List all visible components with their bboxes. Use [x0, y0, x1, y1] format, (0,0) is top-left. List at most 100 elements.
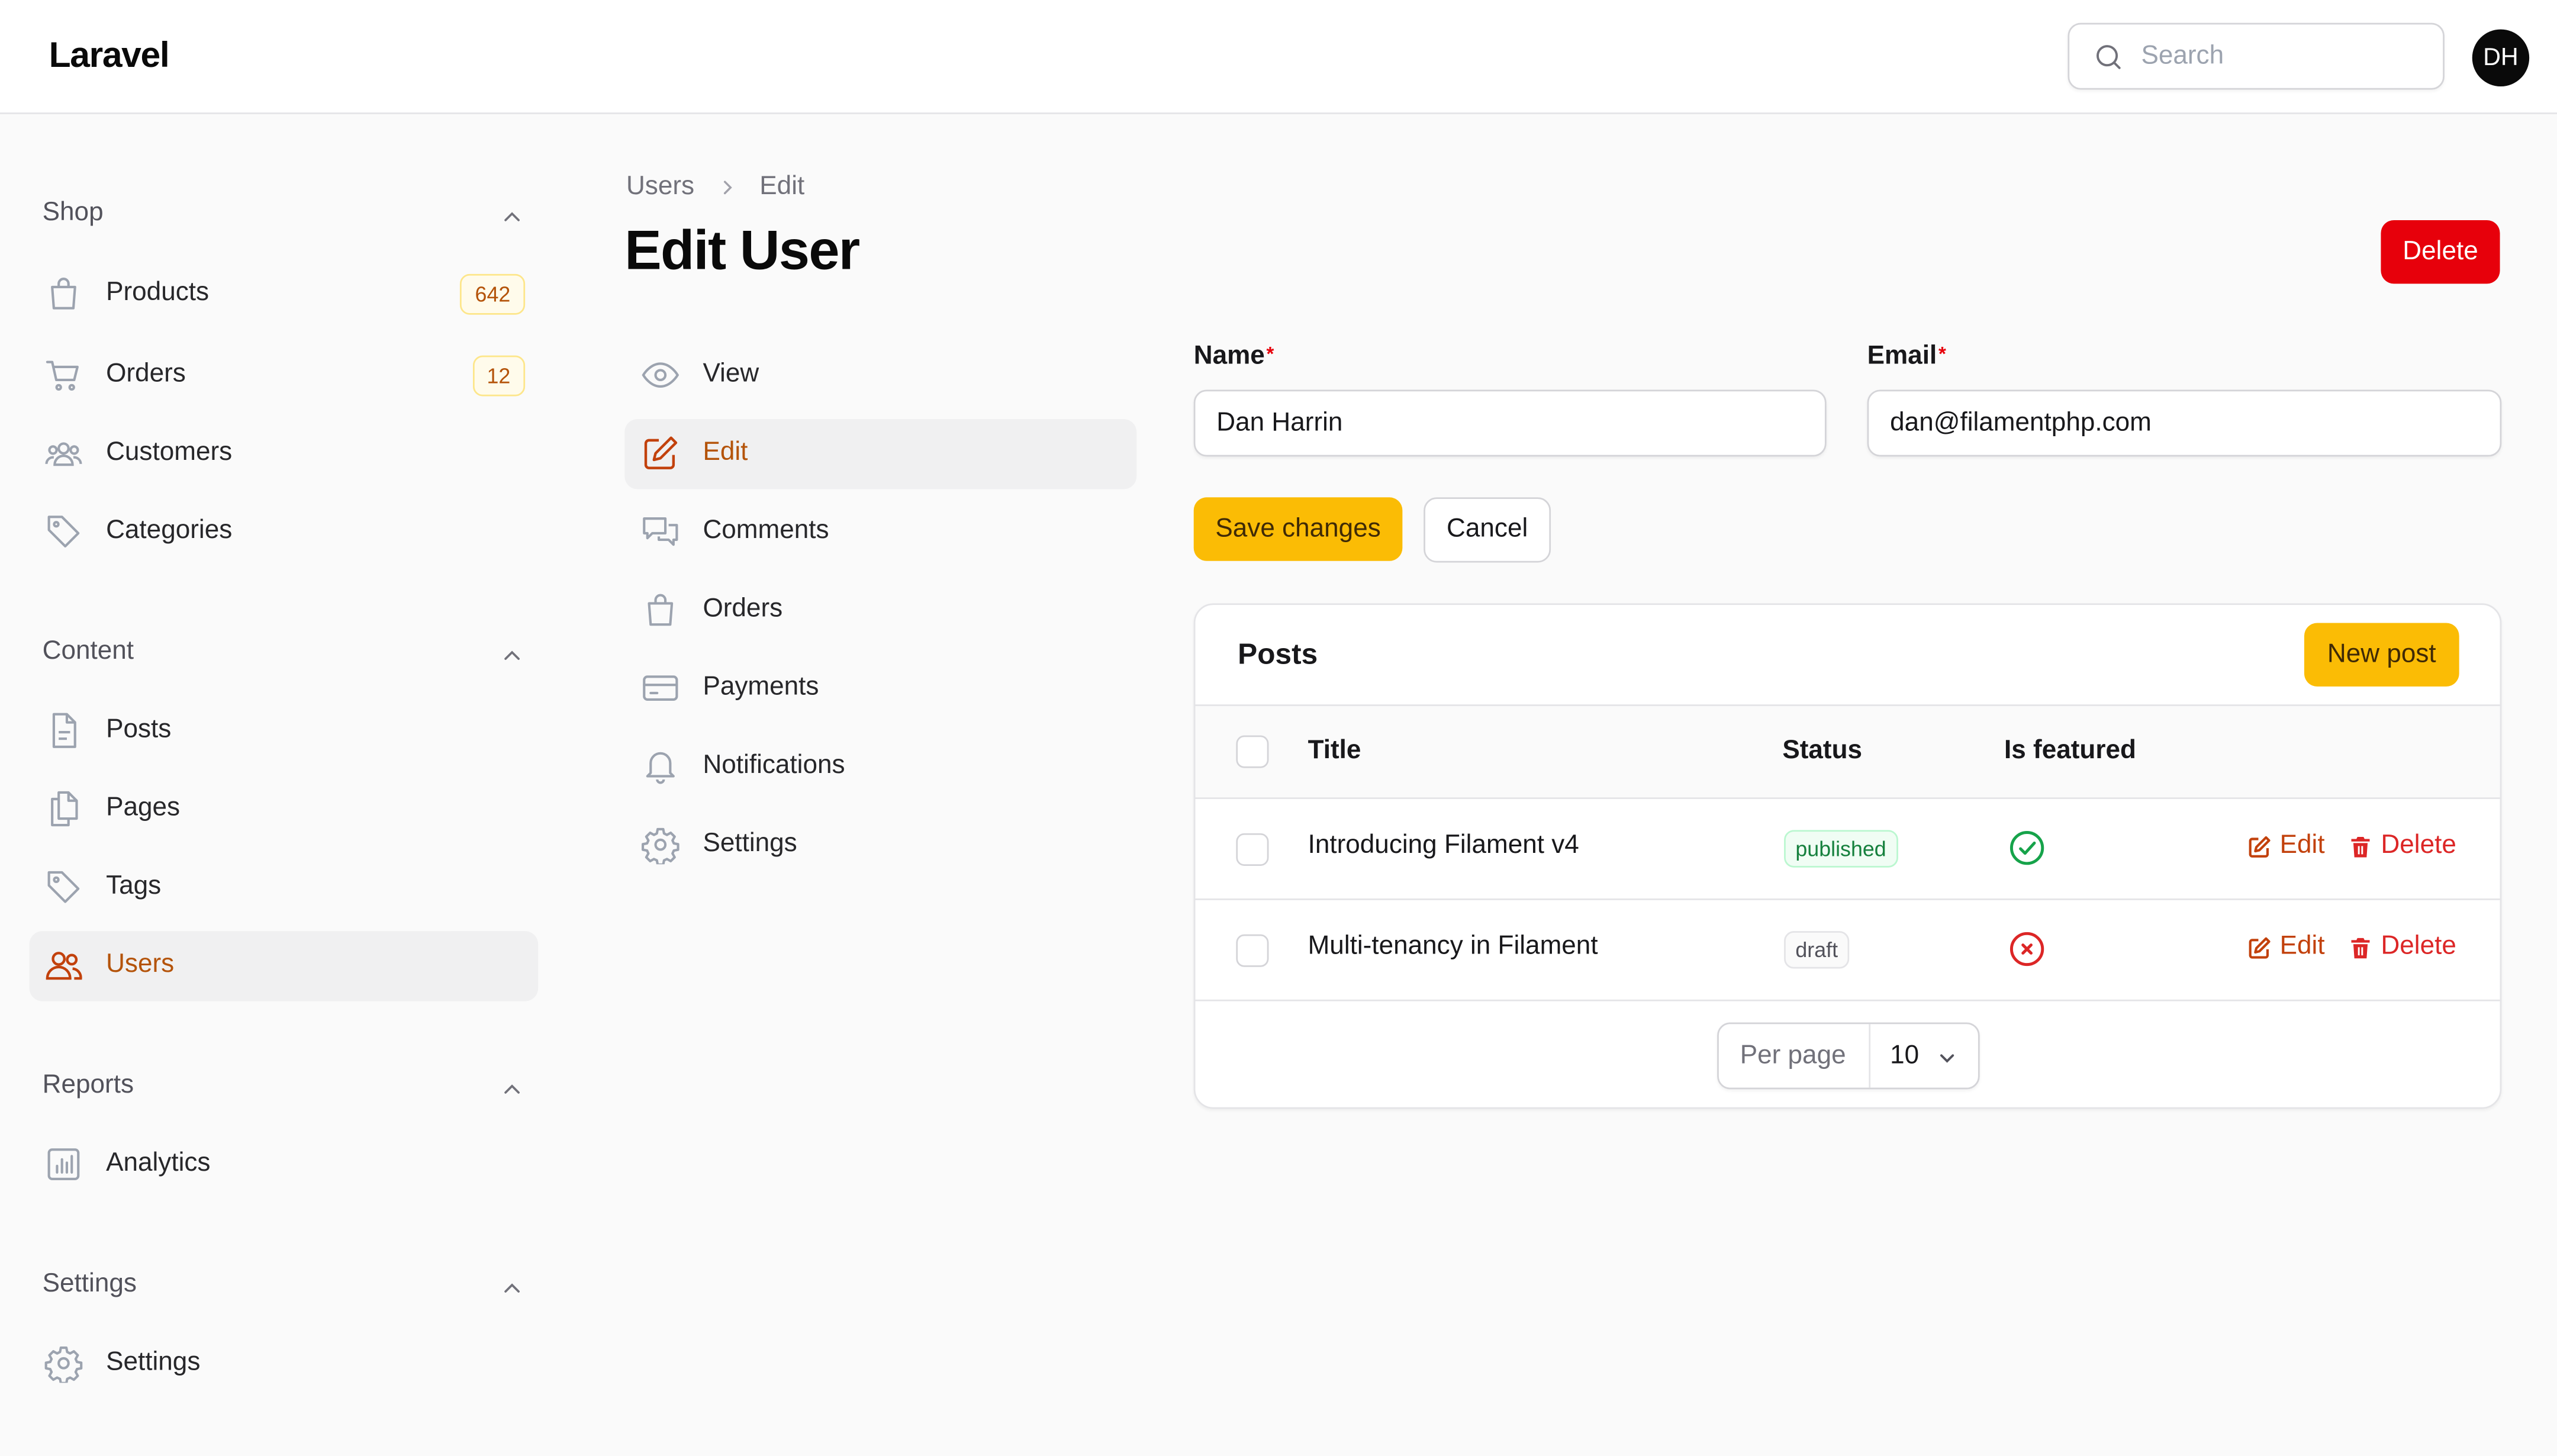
save-changes-button[interactable]: Save changes: [1193, 497, 1403, 561]
subnav-view[interactable]: View: [624, 341, 1136, 411]
cancel-button[interactable]: Cancel: [1424, 497, 1551, 563]
chevron-up-icon[interactable]: [499, 204, 525, 230]
sidebar-group-content[interactable]: Content: [43, 637, 526, 674]
post-title: Multi-tenancy in Filament: [1308, 932, 1598, 961]
tag-icon: [44, 868, 83, 907]
subnav-settings[interactable]: Settings: [624, 810, 1136, 880]
sidebar-item-label: Analytics: [106, 1149, 211, 1178]
table-row: Introducing Filament v4 published Edit D…: [1195, 799, 2500, 900]
gear-icon: [44, 1344, 83, 1383]
bell-icon: [641, 747, 680, 786]
sidebar-item-label: Customers: [106, 439, 233, 466]
sidebar-item-categories[interactable]: Categories: [30, 497, 539, 567]
edit-label: Edit: [2279, 932, 2325, 961]
select-all-checkbox[interactable]: [1236, 735, 1269, 768]
table-header: Title Status Is featured: [1195, 704, 2500, 799]
gear-icon: [641, 825, 680, 865]
pencil-square-icon: [2247, 834, 2272, 858]
search-input[interactable]: Search: [2068, 22, 2445, 90]
sidebar-item-products[interactable]: Products 642: [30, 259, 539, 329]
per-page-select[interactable]: Per page 10: [1717, 1022, 1980, 1090]
sidebar-item-users[interactable]: Users: [29, 931, 539, 1001]
subnav-payments[interactable]: Payments: [624, 654, 1136, 724]
subnav-label: View: [703, 360, 759, 388]
required-marker: *: [1938, 342, 1946, 366]
email-label: Email *: [1867, 343, 1946, 372]
column-header-status[interactable]: Status: [1782, 737, 1862, 766]
sidebar-group-shop[interactable]: Shop: [43, 199, 526, 235]
chevron-up-icon[interactable]: [499, 643, 525, 669]
subnav-label: Comments: [703, 517, 829, 545]
name-label: Name *: [1194, 343, 1274, 372]
name-field[interactable]: Dan Harrin: [1193, 389, 1827, 457]
posts-table: Posts New post Title Status Is featured …: [1193, 603, 2502, 1109]
subnav-notifications[interactable]: Notifications: [624, 732, 1136, 802]
table-row: Multi-tenancy in Filament draft Edit Del…: [1195, 900, 2500, 1001]
status-badge: draft: [1784, 931, 1850, 969]
chevron-up-icon[interactable]: [499, 1076, 525, 1102]
count-badge: 642: [460, 273, 526, 315]
column-header-featured[interactable]: Is featured: [2004, 737, 2136, 766]
sidebar-item-settings[interactable]: Settings: [30, 1329, 539, 1399]
sidebar-item-label: Settings: [106, 1348, 201, 1377]
status-badge: published: [1784, 830, 1898, 868]
subnav-label: Edit: [703, 439, 748, 466]
edit-action[interactable]: Edit: [2247, 832, 2325, 861]
count-badge: 12: [472, 355, 526, 397]
shopping-cart-icon: [44, 356, 83, 395]
delete-action[interactable]: Delete: [2348, 832, 2456, 861]
sidebar-group-settings[interactable]: Settings: [43, 1270, 526, 1306]
breadcrumb-parent[interactable]: Users: [626, 173, 694, 202]
page-title: Edit User: [624, 220, 860, 282]
sidebar-item-label: Users: [106, 951, 175, 979]
name-label-text: Name: [1193, 342, 1265, 371]
sidebar-item-label: Orders: [106, 360, 186, 388]
pencil-square-icon: [641, 434, 680, 473]
divider: [1869, 1024, 1871, 1088]
chevron-up-icon[interactable]: [499, 1275, 525, 1301]
search-icon: [2092, 41, 2125, 73]
row-checkbox[interactable]: [1236, 934, 1269, 967]
required-marker: *: [1266, 342, 1274, 366]
shopping-bag-icon: [44, 274, 83, 313]
subnav-label: Payments: [703, 673, 819, 701]
trash-icon: [2348, 834, 2372, 858]
delete-button[interactable]: Delete: [2381, 220, 2500, 284]
delete-action[interactable]: Delete: [2348, 933, 2456, 962]
sidebar-group-reports[interactable]: Reports: [43, 1071, 526, 1107]
chevron-right-icon: [717, 178, 737, 197]
sidebar-item-analytics[interactable]: Analytics: [30, 1130, 539, 1200]
sidebar-group-label: Reports: [42, 1071, 134, 1099]
email-field[interactable]: dan@filamentphp.com: [1867, 389, 2502, 457]
sidebar-item-label: Categories: [106, 517, 233, 545]
sidebar-group-label: Shop: [42, 199, 104, 227]
eye-icon: [641, 356, 680, 395]
sidebar-item-label: Tags: [106, 872, 162, 900]
subnav-edit[interactable]: Edit: [624, 419, 1137, 489]
sidebar-item-orders[interactable]: Orders 12: [30, 341, 539, 411]
avatar[interactable]: DH: [2472, 29, 2530, 87]
per-page-label: Per page: [1740, 1042, 1846, 1070]
users-group-icon: [44, 434, 83, 473]
brand-logo[interactable]: Laravel: [49, 34, 170, 77]
edit-action[interactable]: Edit: [2247, 933, 2325, 962]
row-checkbox[interactable]: [1236, 833, 1269, 866]
delete-label: Delete: [2381, 832, 2456, 859]
subnav-comments[interactable]: Comments: [624, 497, 1136, 567]
new-post-button[interactable]: New post: [2304, 623, 2459, 687]
sidebar-item-label: Posts: [106, 716, 172, 744]
sidebar-item-posts[interactable]: Posts: [30, 696, 539, 766]
sidebar-item-customers[interactable]: Customers: [30, 419, 539, 489]
credit-card-icon: [641, 669, 680, 708]
chevron-down-icon: [1936, 1047, 1959, 1070]
column-header-title[interactable]: Title: [1308, 737, 1361, 766]
sidebar-item-tags[interactable]: Tags: [30, 853, 539, 923]
breadcrumb-current: Edit: [759, 173, 805, 201]
post-title: Introducing Filament v4: [1308, 832, 1579, 859]
sidebar-item-pages[interactable]: Pages: [30, 775, 539, 845]
tag-icon: [44, 512, 83, 551]
posts-title: Posts: [1238, 637, 1318, 671]
email-label-text: Email: [1867, 342, 1937, 371]
documents-icon: [44, 789, 83, 828]
subnav-orders[interactable]: Orders: [624, 576, 1136, 646]
